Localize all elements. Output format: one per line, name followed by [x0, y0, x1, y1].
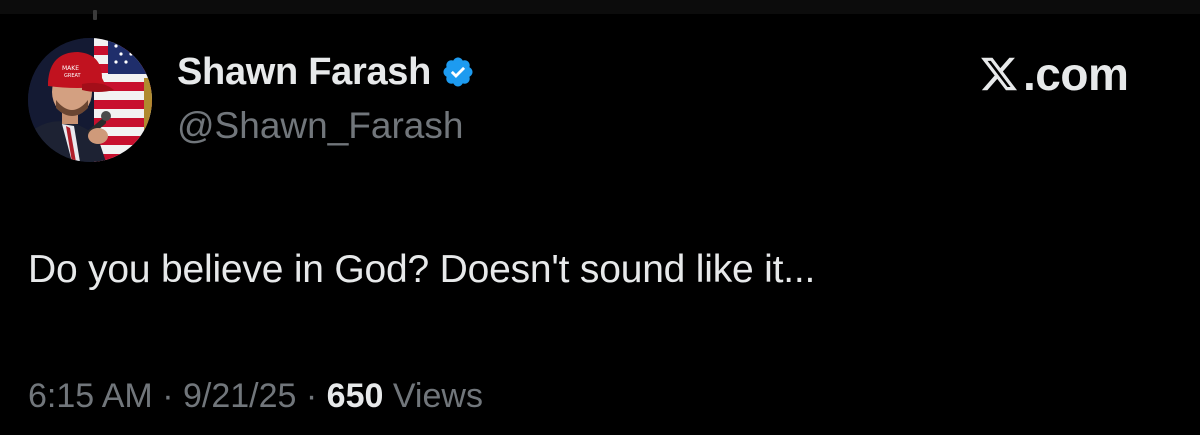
- author-display-name[interactable]: Shawn Farash: [177, 50, 431, 94]
- verified-badge-icon: [443, 57, 473, 87]
- post-meta: 6:15 AM · 9/21/25 · 650 Views: [28, 374, 483, 418]
- avatar[interactable]: MAKE GREAT: [28, 38, 152, 162]
- x-logo-icon: [981, 57, 1018, 91]
- views-label: Views: [392, 377, 483, 415]
- post-date[interactable]: 9/21/25: [183, 377, 296, 415]
- meta-separator: ·: [162, 377, 174, 415]
- meta-separator: ·: [305, 377, 318, 415]
- top-edge-marker: [93, 10, 97, 20]
- brand-domain-text: .com: [1023, 48, 1129, 100]
- views-count: 650: [326, 377, 384, 415]
- top-edge-strip: [0, 0, 1200, 14]
- author-name-row: Shawn Farash: [177, 50, 475, 94]
- svg-text:MAKE: MAKE: [62, 65, 79, 72]
- brand-watermark: .com: [978, 48, 1129, 100]
- avatar-photo: MAKE GREAT: [28, 38, 152, 162]
- svg-text:GREAT: GREAT: [64, 73, 82, 79]
- post-time[interactable]: 6:15 AM: [28, 377, 153, 415]
- author-handle[interactable]: @Shawn_Farash: [177, 104, 463, 148]
- post-text: Do you believe in God? Doesn't sound lik…: [28, 248, 816, 291]
